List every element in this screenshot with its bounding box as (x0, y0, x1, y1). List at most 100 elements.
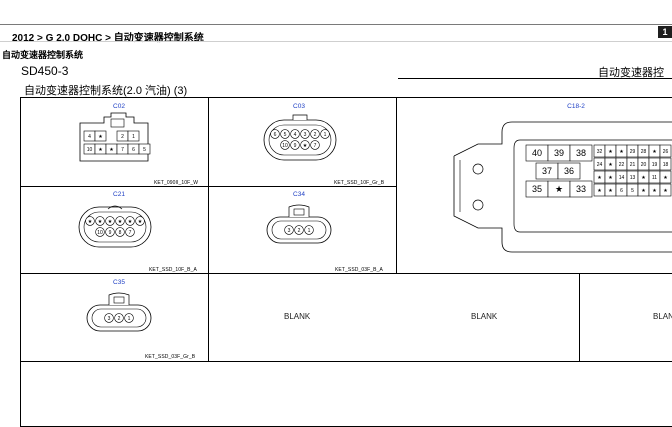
connector-c35-diagram[interactable]: 3 2 1 (85, 291, 155, 337)
page-title: 自动变速器控制系统(2.0 汽油) (3) (24, 85, 188, 97)
svg-text:10: 10 (97, 230, 103, 236)
connector-pin: 39 (547, 144, 571, 162)
divider (0, 41, 672, 42)
connector-pin: ★ (94, 143, 107, 155)
svg-text:1: 1 (128, 316, 131, 322)
connector-pin: 3 (300, 129, 310, 139)
connector-c18-2-diagram[interactable]: 40 39 38 37 36 35 ★ 33 32 ★ ★ 29 28 ★ 26 24 ★ 22 21 20 19 18… (453, 118, 672, 256)
svg-text:9: 9 (109, 230, 112, 236)
connector-label-c21: C21 (113, 191, 125, 198)
svg-text:3: 3 (108, 316, 111, 322)
connector-pin: ★ (125, 216, 135, 226)
svg-text:22: 22 (619, 162, 625, 168)
svg-text:32: 32 (597, 149, 603, 155)
connector-pin: 9 (105, 227, 115, 237)
svg-text:★: ★ (608, 175, 613, 181)
svg-text:★: ★ (663, 188, 668, 194)
svg-text:★: ★ (641, 175, 646, 181)
svg-text:2: 2 (298, 228, 301, 234)
svg-text:★: ★ (138, 219, 143, 225)
connector-pin: ★ (604, 144, 617, 158)
svg-text:1: 1 (324, 132, 327, 138)
svg-text:6: 6 (620, 188, 623, 194)
svg-text:3: 3 (288, 228, 291, 234)
connector-pin: ★ (115, 216, 125, 226)
svg-text:5: 5 (143, 147, 146, 153)
connector-tag-c21: KET_SSD_10F_B_A (149, 267, 197, 273)
svg-text:33: 33 (576, 184, 586, 194)
svg-text:★: ★ (98, 147, 103, 153)
connector-pin: 28 (637, 144, 650, 158)
connector-pin: ★ (94, 130, 107, 142)
connector-pin: 18 (659, 157, 672, 171)
connector-pin: 36 (557, 162, 581, 180)
svg-text:40: 40 (532, 148, 542, 158)
connector-pin: ★ (105, 143, 118, 155)
page-number-badge: 1 (658, 26, 672, 38)
connector-pin: ★ (95, 216, 105, 226)
c34-pins: 3 2 1 (284, 225, 314, 235)
title-bar (0, 0, 672, 24)
connector-grid: C02 4 ★ 2 1 10 ★ ★ 7 6 5 KET_090II_10F_W C03 654… (20, 97, 672, 427)
connector-pin: 35 (525, 180, 549, 198)
connector-tag-c34: KET_SSD_03F_B_A (335, 267, 383, 273)
connector-pin: ★ (135, 216, 145, 226)
svg-text:★: ★ (118, 219, 123, 225)
connector-pin: 1 (304, 225, 314, 235)
connector-label-c35: C35 (113, 279, 125, 286)
connector-c34-diagram[interactable]: 3 2 1 (265, 203, 335, 249)
connector-pin: 8 (115, 227, 125, 237)
connector-pin: 2 (116, 130, 129, 142)
connector-pin: ★ (105, 216, 115, 226)
diagram-code: SD450-3 (21, 64, 69, 78)
svg-text:2: 2 (121, 134, 124, 140)
svg-text:★: ★ (98, 219, 103, 225)
svg-text:8: 8 (119, 230, 122, 236)
connector-pin: 6 (270, 129, 280, 139)
c35-pins: 3 2 1 (104, 313, 134, 323)
blank-cell-label: BLANK (653, 312, 672, 321)
connector-pin: 1 (124, 313, 134, 323)
connector-pin: ★ (300, 140, 310, 150)
connector-c03-diagram[interactable]: 6 5 4 3 2 1 10 9 ★ 7 (261, 114, 341, 164)
connector-pin: ★ (593, 170, 606, 184)
grid-divider (21, 273, 672, 274)
c18-2-small-pins: 32 ★ ★ 29 28 ★ 26 24 ★ 22 21 20 19 18 ★ ★ 14 13 ★ 11 ★ ★ ★ 6 5 ★ ★… (593, 144, 672, 197)
connector-pin: 5 (138, 143, 151, 155)
connector-pin: 2 (294, 225, 304, 235)
connector-label-c02: C02 (113, 103, 125, 110)
grid-divider (396, 98, 397, 273)
connector-pin: 5 (280, 129, 290, 139)
svg-text:19: 19 (652, 162, 658, 168)
connector-pin: 7 (310, 140, 320, 150)
svg-text:24: 24 (597, 162, 603, 168)
connector-c02-diagram[interactable]: 4 ★ 2 1 10 ★ ★ 7 6 5 (76, 112, 156, 165)
connector-pin: 9 (290, 140, 300, 150)
connector-pin: ★ (547, 180, 571, 198)
connector-pin: ★ (85, 216, 95, 226)
connector-pin: 2 (310, 129, 320, 139)
connector-pin: ★ (637, 170, 650, 184)
connector-pin: 14 (615, 170, 628, 184)
connector-pin: 1 (320, 129, 330, 139)
connector-pin: 19 (648, 157, 661, 171)
svg-text:1: 1 (308, 228, 311, 234)
svg-text:28: 28 (641, 149, 647, 155)
svg-text:★: ★ (641, 188, 646, 194)
grid-divider (579, 273, 580, 361)
connector-pin: ★ (593, 183, 606, 197)
connector-pin: 33 (569, 180, 593, 198)
svg-text:38: 38 (576, 148, 586, 158)
svg-text:29: 29 (630, 149, 636, 155)
connector-pin: ★ (648, 144, 661, 158)
connector-tag-c03: KET_SSD_10F_Gr_B (334, 180, 385, 186)
svg-text:★: ★ (608, 188, 613, 194)
connector-pin: 6 (615, 183, 628, 197)
connector-c21-diagram[interactable]: ★ ★ ★ ★ ★ ★ 10 9 8 7 (76, 201, 156, 251)
connector-pin: 29 (626, 144, 639, 158)
connector-pin: 32 (593, 144, 606, 158)
svg-text:39: 39 (554, 148, 564, 158)
svg-text:7: 7 (129, 230, 132, 236)
connector-pin: 10 (95, 227, 105, 237)
connector-pin: ★ (637, 183, 650, 197)
